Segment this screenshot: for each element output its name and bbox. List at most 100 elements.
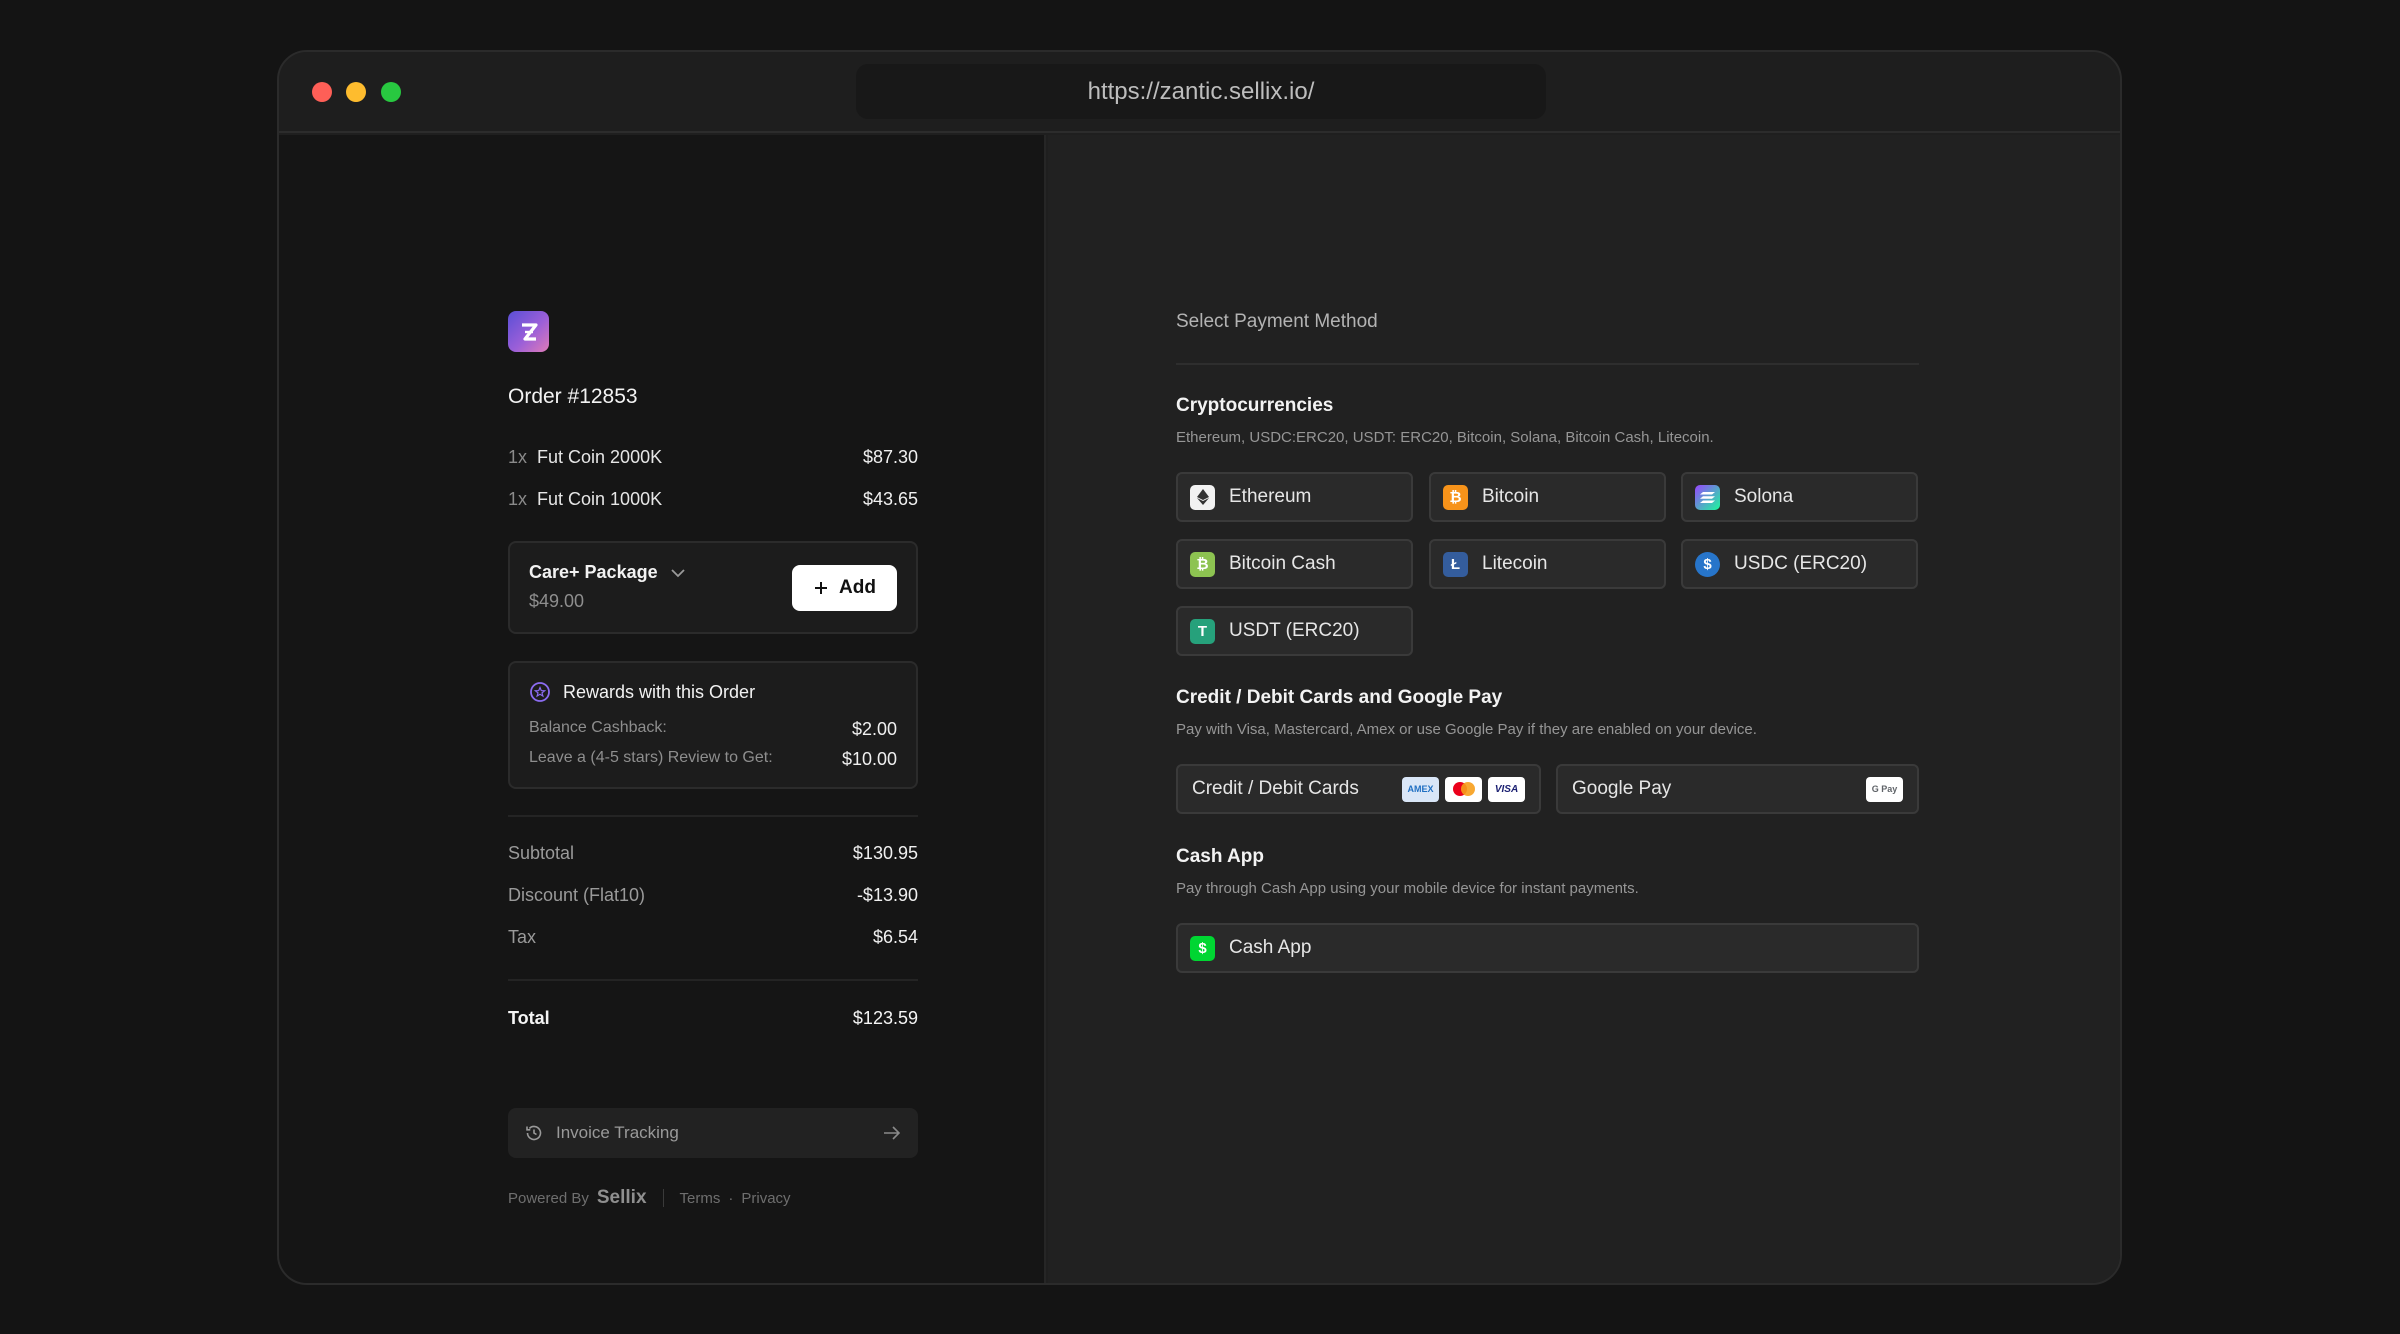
solana-icon bbox=[1695, 484, 1720, 510]
add-care-package-button[interactable]: Add bbox=[792, 565, 897, 611]
total-value: $123.59 bbox=[852, 1008, 918, 1028]
cashapp-icon: $ bbox=[1190, 935, 1215, 961]
visa-icon: VISA bbox=[1488, 776, 1525, 802]
method-label: Cash App bbox=[1229, 937, 1312, 958]
plus-icon bbox=[815, 582, 828, 594]
rewards-title: Rewards with this Order bbox=[563, 681, 756, 702]
care-package-card: Care+ Package $49.00 Add bbox=[508, 541, 918, 634]
item-quantity: 1x bbox=[508, 489, 528, 509]
rewards-card: Rewards with this Order Balance Cashback… bbox=[508, 661, 918, 789]
usdc-icon: $ bbox=[1695, 551, 1720, 577]
reward-row: Balance Cashback: $2.00 bbox=[529, 719, 897, 740]
cashapp-section-description: Pay through Cash App using your mobile d… bbox=[1176, 880, 1639, 897]
reward-label: Leave a (4-5 stars) Review to Get: bbox=[529, 749, 773, 766]
summary-row-discount: Discount (Flat10) -$13.90 bbox=[508, 885, 918, 906]
summary-label: Subtotal bbox=[508, 843, 575, 863]
summary-row-total: Total $123.59 bbox=[508, 1008, 918, 1029]
terms-link[interactable]: Terms bbox=[680, 1190, 721, 1207]
browser-window: https://zantic.sellix.io/ Order #12853 1… bbox=[277, 50, 2122, 1285]
store-logo-icon bbox=[521, 322, 538, 341]
footer: Powered By Sellix Terms · Privacy bbox=[508, 1187, 791, 1209]
pay-cashapp-button[interactable]: $ Cash App bbox=[1176, 923, 1919, 973]
method-label: Bitcoin bbox=[1482, 486, 1540, 507]
invoice-tracking-label: Invoice Tracking bbox=[556, 1123, 679, 1142]
item-name: Fut Coin 2000K bbox=[537, 447, 663, 467]
google-pay-icon: G Pay bbox=[1866, 776, 1903, 802]
litecoin-icon: Ł bbox=[1443, 551, 1468, 577]
mastercard-icon bbox=[1445, 776, 1482, 802]
method-label: Bitcoin Cash bbox=[1229, 553, 1336, 574]
order-title: Order #12853 bbox=[508, 385, 638, 408]
bitcoin-icon: ₿ bbox=[1443, 484, 1468, 510]
payment-method-heading: Select Payment Method bbox=[1176, 311, 1378, 332]
sellix-brand-link[interactable]: Sellix bbox=[597, 1187, 647, 1209]
method-label: USDT (ERC20) bbox=[1229, 620, 1360, 641]
care-package-toggle[interactable]: Care+ Package bbox=[529, 562, 686, 583]
maximize-window-button[interactable] bbox=[381, 82, 401, 102]
store-logo bbox=[508, 311, 549, 352]
order-summary-pane: Order #12853 1x Fut Coin 2000K $87.30 1x F… bbox=[279, 135, 1046, 1283]
add-button-label: Add bbox=[839, 577, 876, 598]
summary-value: $130.95 bbox=[852, 843, 918, 863]
total-label: Total bbox=[508, 1008, 550, 1028]
amex-icon: AMEX bbox=[1402, 776, 1439, 802]
cashapp-section-title: Cash App bbox=[1176, 846, 1264, 867]
summary-value: -$13.90 bbox=[856, 885, 918, 905]
cards-section-description: Pay with Visa, Mastercard, Amex or use G… bbox=[1176, 721, 1757, 738]
cards-section-title: Credit / Debit Cards and Google Pay bbox=[1176, 687, 1503, 708]
pay-bitcoin-cash-button[interactable]: ₿ Bitcoin Cash bbox=[1176, 539, 1413, 589]
pay-litecoin-button[interactable]: Ł Litecoin bbox=[1429, 539, 1666, 589]
order-line-item: 1x Fut Coin 1000K $43.65 bbox=[508, 489, 918, 510]
usdt-icon: T bbox=[1190, 618, 1215, 644]
item-name: Fut Coin 1000K bbox=[537, 489, 663, 509]
method-label: Google Pay bbox=[1572, 778, 1672, 799]
bitcoin-cash-icon: ₿ bbox=[1190, 551, 1215, 577]
method-label: Ethereum bbox=[1229, 486, 1312, 507]
method-label: Solona bbox=[1734, 486, 1794, 507]
divider bbox=[508, 815, 918, 817]
card-logos: AMEX VISA bbox=[1402, 776, 1525, 802]
method-label: Litecoin bbox=[1482, 553, 1548, 574]
pay-ethereum-button[interactable]: Ethereum bbox=[1176, 472, 1413, 522]
powered-by-label: Powered By bbox=[508, 1189, 589, 1207]
privacy-link[interactable]: Privacy bbox=[741, 1190, 790, 1207]
care-package-price: $49.00 bbox=[529, 591, 585, 611]
method-label: USDC (ERC20) bbox=[1734, 553, 1868, 574]
summary-label: Discount (Flat10) bbox=[508, 885, 646, 905]
chevron-down-icon bbox=[670, 568, 685, 577]
reward-label: Balance Cashback: bbox=[529, 719, 667, 736]
close-window-button[interactable] bbox=[312, 82, 332, 102]
arrow-right-icon bbox=[884, 1126, 901, 1140]
summary-label: Tax bbox=[508, 927, 537, 947]
star-badge-icon bbox=[530, 682, 550, 702]
summary-row-subtotal: Subtotal $130.95 bbox=[508, 843, 918, 864]
pay-google-pay-button[interactable]: Google Pay G Pay bbox=[1556, 764, 1919, 814]
ethereum-icon bbox=[1190, 484, 1215, 510]
pay-solana-button[interactable]: Solona bbox=[1681, 472, 1918, 522]
item-price: $43.65 bbox=[862, 489, 918, 509]
method-label: Credit / Debit Cards bbox=[1192, 778, 1359, 799]
divider bbox=[1176, 363, 1919, 365]
item-price: $87.30 bbox=[862, 447, 918, 467]
reward-row: Leave a (4-5 stars) Review to Get: $10.0… bbox=[529, 749, 897, 770]
title-bar: https://zantic.sellix.io/ bbox=[279, 52, 2120, 133]
invoice-tracking-button[interactable]: Invoice Tracking bbox=[508, 1108, 918, 1158]
card-logos: G Pay bbox=[1866, 776, 1903, 802]
pay-usdc-button[interactable]: $ USDC (ERC20) bbox=[1681, 539, 1918, 589]
pay-usdt-button[interactable]: T USDT (ERC20) bbox=[1176, 606, 1413, 656]
order-line-item: 1x Fut Coin 2000K $87.30 bbox=[508, 447, 918, 468]
pay-bitcoin-button[interactable]: ₿ Bitcoin bbox=[1429, 472, 1666, 522]
history-icon bbox=[526, 1125, 542, 1141]
item-quantity: 1x bbox=[508, 447, 528, 467]
reward-value: $2.00 bbox=[851, 719, 897, 739]
footer-separator bbox=[662, 1189, 664, 1207]
divider bbox=[508, 979, 918, 981]
crypto-section-description: Ethereum, USDC:ERC20, USDT: ERC20, Bitco… bbox=[1176, 429, 1714, 446]
reward-value: $10.00 bbox=[841, 749, 897, 769]
summary-value: $6.54 bbox=[872, 927, 918, 947]
payment-pane: Select Payment Method Cryptocurrencies E… bbox=[1048, 135, 2120, 1283]
address-bar[interactable]: https://zantic.sellix.io/ bbox=[856, 64, 1546, 119]
crypto-section-title: Cryptocurrencies bbox=[1176, 395, 1334, 416]
minimize-window-button[interactable] bbox=[346, 82, 366, 102]
pay-card-button[interactable]: Credit / Debit Cards AMEX VISA bbox=[1176, 764, 1541, 814]
